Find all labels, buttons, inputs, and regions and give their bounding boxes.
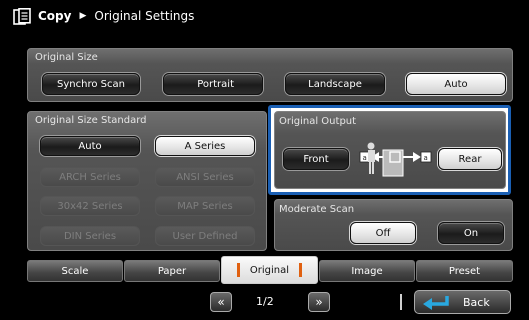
standard-auto-button[interactable]: Auto (40, 136, 140, 156)
front-button[interactable]: Front (283, 148, 349, 170)
divider (400, 294, 402, 310)
return-arrow-icon (423, 296, 449, 310)
back-button[interactable]: Back (414, 290, 511, 314)
rear-button[interactable]: Rear (438, 148, 502, 170)
back-label: Back (463, 295, 490, 309)
synchro-scan-button[interactable]: Synchro Scan (42, 73, 140, 95)
tab-image[interactable]: Image (319, 260, 415, 282)
app-name: Copy (38, 9, 72, 23)
landscape-button[interactable]: Landscape (285, 73, 385, 95)
user-defined-button: User Defined (155, 226, 255, 246)
a-series-button[interactable]: A Series (155, 136, 255, 156)
size-standard-label: Original Size Standard (35, 115, 147, 126)
30x42-series-button: 30x42 Series (40, 196, 140, 216)
din-series-button: DIN Series (40, 226, 140, 246)
svg-text:a: a (424, 154, 428, 162)
tab-paper[interactable]: Paper (124, 260, 220, 282)
active-tab-marker-left (236, 263, 240, 277)
moderate-scan-label: Moderate Scan (279, 204, 355, 215)
tab-scale[interactable]: Scale (27, 260, 123, 282)
svg-text:a: a (363, 154, 367, 162)
output-direction-icon: a a (359, 142, 432, 177)
map-series-button: MAP Series (155, 196, 255, 216)
moderate-scan-on-button[interactable]: On (438, 222, 504, 244)
tab-original[interactable]: Original (221, 256, 318, 284)
page-indicator: 1/2 (256, 295, 274, 308)
auto-size-button[interactable]: Auto (406, 73, 506, 95)
arch-series-button: ARCH Series (40, 167, 140, 187)
breadcrumb: Copy ▶ Original Settings (38, 9, 194, 23)
ansi-series-button: ANSI Series (155, 167, 255, 187)
portrait-button[interactable]: Portrait (163, 73, 263, 95)
tab-original-label: Original (249, 264, 290, 276)
moderate-scan-off-button[interactable]: Off (350, 222, 416, 244)
copy-app-icon (13, 8, 31, 25)
page-title: Original Settings (94, 9, 195, 23)
tab-preset[interactable]: Preset (416, 260, 513, 282)
next-page-button[interactable]: » (308, 292, 330, 312)
original-output-label: Original Output (279, 116, 357, 127)
original-size-label: Original Size (35, 52, 98, 63)
breadcrumb-separator: ▶ (79, 11, 87, 21)
prev-page-button[interactable]: « (210, 292, 232, 312)
active-tab-marker-right (299, 263, 303, 277)
